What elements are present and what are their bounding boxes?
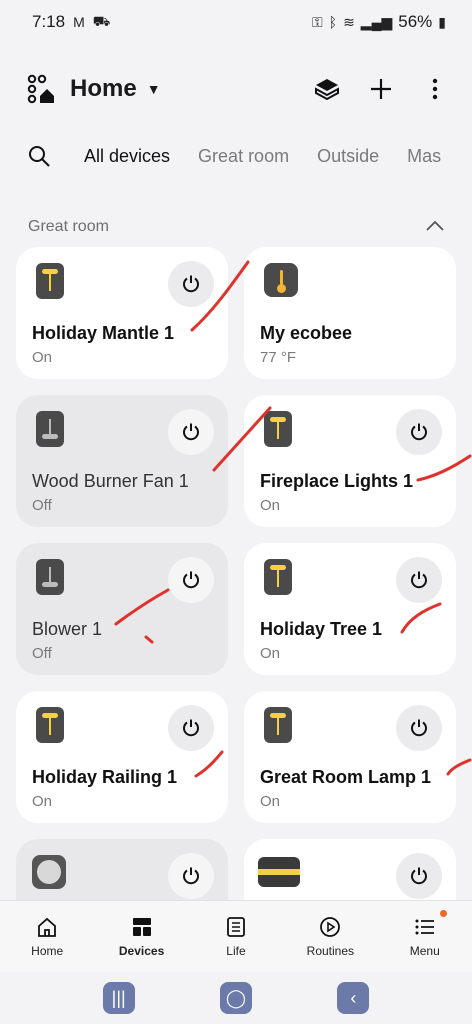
search-icon[interactable] bbox=[28, 145, 50, 167]
device-state: 77 °F bbox=[260, 349, 297, 366]
device-card[interactable]: Great Room Lamp 1 On bbox=[244, 691, 456, 823]
switch-icon bbox=[264, 707, 292, 743]
power-icon[interactable] bbox=[396, 409, 442, 455]
device-name: My ecobee bbox=[260, 323, 353, 343]
device-name: Great Room Lamp 1 bbox=[260, 767, 432, 787]
notification-badge bbox=[439, 909, 447, 917]
fan-icon bbox=[32, 855, 66, 889]
system-nav-bar: ||| ◯ ‹ bbox=[0, 972, 472, 1024]
home-icon bbox=[38, 917, 57, 937]
power-icon[interactable] bbox=[168, 409, 214, 455]
device-card[interactable]: My ecobee 77 °F bbox=[244, 247, 456, 379]
device-card[interactable]: Fireplace Lights 1 On bbox=[244, 395, 456, 527]
power-icon[interactable] bbox=[168, 705, 214, 751]
device-name: Fireplace Lights 1 bbox=[260, 471, 414, 491]
device-state: Off bbox=[32, 497, 52, 514]
device-name: Holiday Railing 1 bbox=[32, 767, 178, 787]
device-state: On bbox=[260, 497, 281, 514]
tab-outside[interactable]: Outside bbox=[317, 146, 379, 167]
power-icon[interactable] bbox=[396, 705, 442, 751]
status-bar: 7:18 M ⛟ ⚿ ᛒ ≋ ▂▄▆ 56% ▮ bbox=[0, 0, 472, 44]
nav-label: Life bbox=[226, 943, 246, 958]
home-button-icon[interactable]: ◯ bbox=[219, 982, 252, 1014]
switch-icon bbox=[36, 263, 64, 299]
more-options-icon[interactable] bbox=[420, 74, 450, 104]
wifi-icon: ≋ bbox=[343, 13, 355, 30]
device-name: Holiday Tree 1 bbox=[260, 619, 383, 639]
battery-icon: ▮ bbox=[438, 13, 446, 30]
switch-icon bbox=[36, 559, 64, 595]
chevron-down-icon[interactable]: ▼ bbox=[147, 81, 161, 97]
life-icon bbox=[227, 916, 245, 937]
device-card[interactable]: Holiday Mantle 1 On bbox=[16, 247, 228, 379]
switch-icon bbox=[264, 559, 292, 595]
device-card[interactable]: Holiday Railing 1 On bbox=[16, 691, 228, 823]
back-icon[interactable]: ‹ bbox=[337, 982, 370, 1014]
status-time: 7:18 bbox=[32, 12, 66, 31]
car-icon: ⛟ bbox=[92, 12, 111, 29]
device-name: Blower 1 bbox=[32, 619, 103, 639]
nav-label: Routines bbox=[306, 943, 355, 958]
hub-icon[interactable] bbox=[312, 74, 342, 104]
bluetooth-icon: ᛒ bbox=[328, 14, 338, 30]
home-title[interactable]: Home bbox=[70, 75, 137, 103]
device-name: Holiday Mantle 1 bbox=[32, 323, 175, 343]
tab-great-room[interactable]: Great room bbox=[198, 146, 289, 167]
nav-home[interactable]: Home bbox=[7, 916, 87, 958]
signal-icon: ▂▄▆ bbox=[360, 13, 393, 30]
power-icon[interactable] bbox=[168, 557, 214, 603]
app-header: Home ▼ bbox=[0, 66, 472, 112]
switch-icon bbox=[264, 411, 292, 447]
switch-icon bbox=[36, 411, 64, 447]
power-icon[interactable] bbox=[168, 261, 214, 307]
add-icon[interactable] bbox=[366, 74, 396, 104]
chevron-up-icon[interactable] bbox=[426, 218, 444, 236]
power-icon[interactable] bbox=[168, 853, 214, 899]
device-card[interactable]: Blower 1 Off bbox=[16, 543, 228, 675]
switch-icon bbox=[36, 707, 64, 743]
device-name: Wood Burner Fan 1 bbox=[32, 471, 189, 491]
recent-apps-icon[interactable]: ||| bbox=[102, 982, 135, 1014]
nav-label: Devices bbox=[118, 943, 165, 958]
section-header[interactable]: Great room bbox=[0, 212, 472, 242]
key-icon: ⚿ bbox=[312, 13, 323, 30]
devices-icon bbox=[132, 917, 151, 936]
nav-devices[interactable]: Devices bbox=[102, 916, 182, 958]
device-card[interactable]: Holiday Tree 1 On bbox=[244, 543, 456, 675]
device-state: On bbox=[260, 645, 281, 662]
nav-routines[interactable]: Routines bbox=[290, 916, 370, 958]
nav-label: Home bbox=[31, 943, 64, 958]
nav-life[interactable]: Life bbox=[196, 916, 276, 958]
tab-all-devices[interactable]: All devices bbox=[84, 146, 170, 167]
device-card[interactable] bbox=[16, 839, 228, 900]
battery-percent: 56% bbox=[398, 12, 433, 31]
gmail-icon: M bbox=[73, 14, 85, 30]
device-card[interactable] bbox=[244, 839, 456, 900]
menu-icon bbox=[415, 919, 434, 934]
device-state: On bbox=[32, 793, 53, 810]
smartthings-logo-icon bbox=[26, 73, 58, 105]
room-tabs: All devices Great room Outside Mas bbox=[0, 136, 472, 176]
power-icon[interactable] bbox=[396, 853, 442, 899]
device-state: On bbox=[32, 349, 53, 366]
section-title: Great room bbox=[28, 218, 109, 235]
light-bar-icon bbox=[258, 857, 300, 887]
tab-master[interactable]: Mas bbox=[407, 146, 441, 167]
nav-menu[interactable]: Menu bbox=[385, 909, 465, 958]
routines-icon bbox=[320, 916, 341, 937]
device-state: On bbox=[260, 793, 281, 810]
device-state: Off bbox=[32, 645, 52, 662]
power-icon[interactable] bbox=[396, 557, 442, 603]
bottom-nav: Home Devices Life Routines Menu bbox=[0, 900, 472, 972]
nav-label: Menu bbox=[409, 943, 440, 958]
thermostat-icon bbox=[264, 263, 298, 297]
device-card[interactable]: Wood Burner Fan 1 Off bbox=[16, 395, 228, 527]
